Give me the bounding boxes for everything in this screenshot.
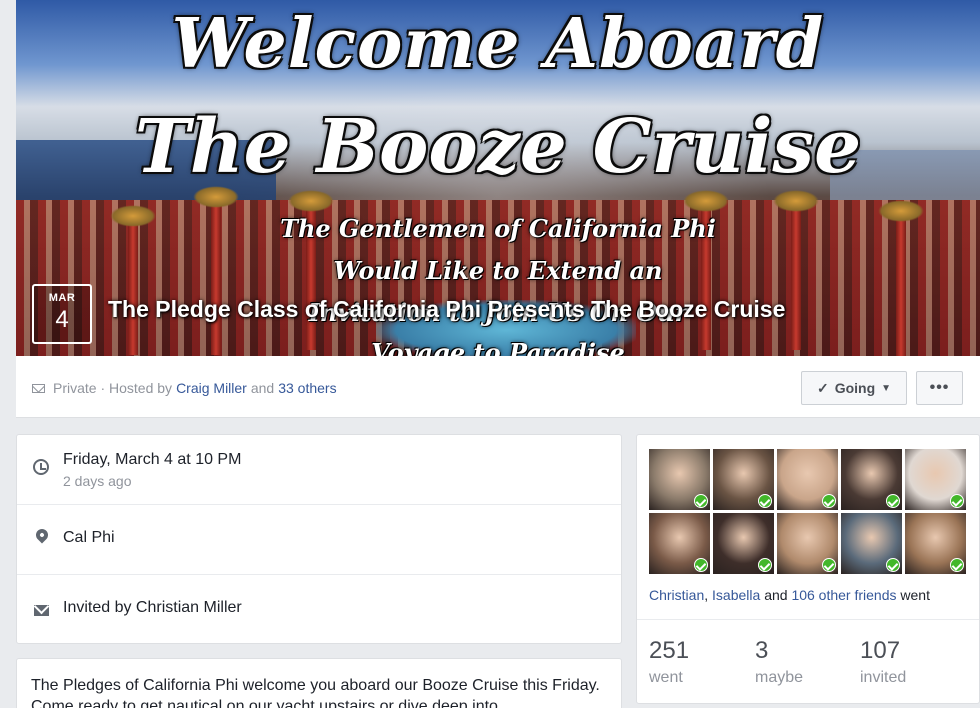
attendee-avatar[interactable] <box>777 513 838 574</box>
event-date-badge: MAR 4 <box>32 284 92 344</box>
stat-number: 3 <box>755 637 769 664</box>
location-pin-icon <box>33 526 51 544</box>
cover-photo[interactable]: Welcome Aboard The Booze Cruise The Gent… <box>16 0 980 356</box>
cover-palm-top <box>288 190 334 212</box>
clock-icon <box>33 459 49 475</box>
going-check-icon <box>694 558 708 572</box>
other-friends-link[interactable]: 106 other friends <box>791 587 896 603</box>
host-and: and <box>250 380 275 396</box>
detail-datetime-row[interactable]: Friday, March 4 at 10 PM 2 days ago <box>17 435 621 505</box>
friend-link[interactable]: Isabella <box>712 587 760 603</box>
event-title[interactable]: The Pledge Class of California Phi Prese… <box>108 296 785 323</box>
attendee-avatar[interactable] <box>649 513 710 574</box>
host-link[interactable]: Craig Miller <box>176 380 247 396</box>
stat-label: invited <box>860 669 907 686</box>
event-location: Cal Phi <box>63 529 115 546</box>
more-options-button[interactable]: ••• <box>916 371 963 405</box>
stat-label: maybe <box>755 669 804 686</box>
attendee-avatar[interactable] <box>713 513 774 574</box>
envelope-icon <box>34 605 49 616</box>
detail-invite-row: Invited by Christian Miller <box>17 575 621 645</box>
attendee-avatar[interactable] <box>841 513 902 574</box>
friends-and: and <box>764 587 788 603</box>
attendee-avatar[interactable] <box>649 449 710 510</box>
attendee-photo-grid <box>649 449 966 574</box>
going-label: Going <box>834 380 876 396</box>
going-check-icon <box>694 494 708 508</box>
invited-by: Invited by Christian Miller <box>63 599 242 616</box>
going-check-icon <box>886 558 900 572</box>
going-check-icon <box>758 558 772 572</box>
going-check-icon <box>758 494 772 508</box>
friend-link[interactable]: Christian <box>649 587 704 603</box>
going-button[interactable]: ✓ Going ▼ <box>801 371 907 405</box>
stat-number: 251 <box>649 637 690 664</box>
attendee-avatar[interactable] <box>905 449 966 510</box>
stat-label: went <box>649 669 683 686</box>
cover-subtext-line2: Would Like to Extend an <box>333 256 663 285</box>
event-datetime: Friday, March 4 at 10 PM <box>63 451 242 468</box>
cover-palm-top <box>683 190 729 212</box>
attendees-card: Christian, Isabella and 106 other friend… <box>636 434 980 704</box>
attendee-avatar[interactable] <box>841 449 902 510</box>
divider <box>637 619 979 620</box>
attendee-avatar[interactable] <box>713 449 774 510</box>
event-day: 4 <box>55 306 69 333</box>
private-icon <box>32 383 45 393</box>
friends-went-line: Christian, Isabella and 106 other friend… <box>649 587 930 603</box>
attendee-avatar[interactable] <box>777 449 838 510</box>
attendee-avatar[interactable] <box>905 513 966 574</box>
going-check-icon <box>950 494 964 508</box>
event-info-bar: Private · Hosted by Craig Miller and 33 … <box>16 356 980 418</box>
going-check-icon <box>822 494 836 508</box>
cover-subtext-line4: Voyage to Paradise <box>371 338 625 356</box>
detail-location-row[interactable]: Cal Phi <box>17 505 621 575</box>
caret-down-icon: ▼ <box>881 382 892 394</box>
event-description: The Pledges of California Phi welcome yo… <box>16 658 622 708</box>
going-check-icon <box>950 558 964 572</box>
check-icon: ✓ <box>816 379 829 396</box>
event-description-text: The Pledges of California Phi welcome yo… <box>31 677 600 708</box>
event-month: MAR <box>48 292 76 304</box>
cover-palm-top <box>773 190 819 212</box>
going-check-icon <box>886 494 900 508</box>
going-check-icon <box>822 558 836 572</box>
event-details-card: Friday, March 4 at 10 PM 2 days ago Cal … <box>16 434 622 644</box>
stat-went[interactable]: 251 went <box>649 637 689 687</box>
privacy-label: Private · Hosted by <box>53 380 173 396</box>
friends-comma: , <box>704 587 709 603</box>
cover-subtext-line1: The Gentlemen of California Phi <box>280 214 716 243</box>
stat-invited[interactable]: 107 invited <box>860 637 906 687</box>
cover-headline-line2: The Booze Cruise <box>134 104 862 190</box>
stat-number: 107 <box>860 637 901 664</box>
stat-maybe[interactable]: 3 maybe <box>755 637 803 687</box>
other-hosts-link[interactable]: 33 others <box>278 380 336 396</box>
event-relative-time: 2 days ago <box>63 473 132 489</box>
privacy-line: Private · Hosted by Craig Miller and 33 … <box>32 380 337 396</box>
cover-headline-line1: Welcome Aboard <box>171 4 825 84</box>
friends-went-label: went <box>900 587 930 603</box>
